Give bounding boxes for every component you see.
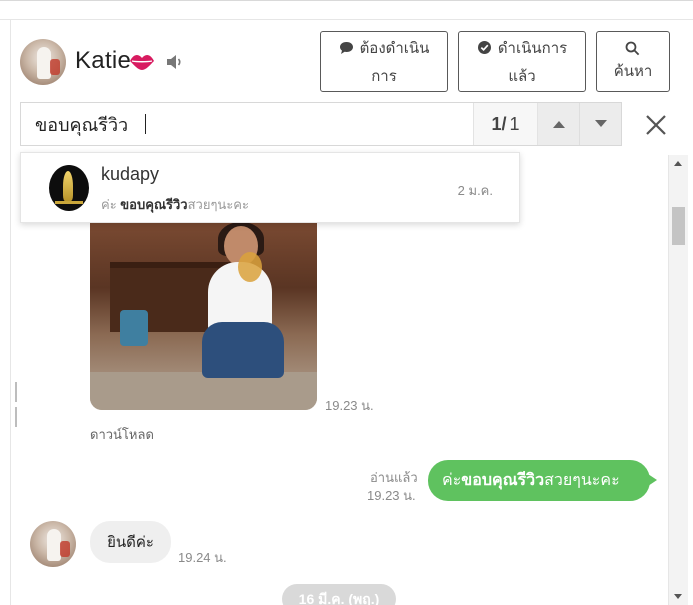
sent-message-highlight: ขอบคุณรีวิว: [461, 472, 545, 489]
scroll-thumb[interactable]: [672, 207, 685, 245]
search-button[interactable]: ค้นหา: [596, 31, 670, 92]
close-search-icon[interactable]: [644, 113, 668, 137]
chevron-up-icon: [552, 121, 565, 128]
avatar-figure: [47, 529, 61, 561]
speech-bubble-icon: [339, 41, 353, 54]
scroll-up-arrow-icon[interactable]: [674, 161, 682, 166]
photo-held-item: [238, 252, 262, 282]
result-snippet-prefix: ค่ะ: [101, 197, 121, 212]
lips-icon: [130, 54, 154, 70]
chevron-down-icon: [594, 120, 607, 127]
result-avatar: [49, 165, 89, 211]
panel-resize-handle[interactable]: [15, 382, 22, 427]
photo-person-legs: [202, 322, 284, 378]
download-link[interactable]: ดาวน์โหลด: [90, 424, 154, 445]
todo-label-line1: ต้องดำเนิน: [359, 39, 430, 57]
text-caret: [145, 114, 146, 134]
contact-name[interactable]: Katie: [75, 47, 131, 75]
sent-message-bubble[interactable]: ค่ะ ขอบคุณรีวิว สวยๆนะคะ: [428, 460, 657, 501]
chat-header: Katie ต้องดำเนิน การ ดำเนินการ แล้ว ค้นห…: [11, 20, 693, 100]
photo-floor: [90, 372, 317, 410]
result-sender-name: kudapy: [101, 164, 160, 184]
search-total: 1: [509, 113, 520, 134]
chat-scrollbar[interactable]: [668, 155, 688, 605]
avatar-accent: [60, 541, 70, 557]
done-label-line1: ดำเนินการ: [497, 39, 568, 57]
avatar-figure: [37, 47, 51, 79]
sent-message-suffix: สวยๆนะคะ: [544, 472, 620, 489]
previous-result-button[interactable]: [537, 103, 579, 145]
search-icon: [626, 41, 640, 55]
search-result-item[interactable]: kudapy ค่ะ ขอบคุณรีวิวสวยๆนะคะ 2 ม.ค.: [20, 152, 520, 223]
shared-photo[interactable]: [90, 222, 317, 410]
message-search-bar: 1/ 1: [20, 102, 622, 146]
todo-button[interactable]: ต้องดำเนิน การ: [320, 31, 448, 92]
search-current-index: 1/: [491, 113, 507, 134]
result-snippet-highlight: ขอบคุณรีวิว: [120, 197, 188, 212]
result-snippet-suffix: สวยๆนะคะ: [187, 197, 249, 212]
result-snippet: ค่ะ ขอบคุณรีวิวสวยๆนะคะ: [101, 194, 249, 215]
avatar-accent: [50, 59, 60, 75]
search-result-counter: 1/ 1: [473, 103, 537, 145]
sent-timestamp: 19.23 น.: [367, 488, 416, 503]
top-border: [0, 0, 693, 1]
photo-bg-object: [120, 310, 148, 346]
date-separator: 16 มี.ค. (พฤ.): [282, 584, 396, 605]
contact-avatar[interactable]: [20, 39, 66, 85]
photo-timestamp: 19.23 น.: [325, 398, 374, 413]
scroll-down-arrow-icon[interactable]: [674, 594, 682, 599]
todo-label-line2: การ: [371, 67, 397, 85]
check-circle-icon: [477, 41, 491, 54]
sent-message-prefix: ค่ะ: [442, 472, 462, 489]
received-message-bubble[interactable]: ยินดีค่ะ: [90, 521, 171, 563]
result-date: 2 ม.ค.: [457, 183, 493, 198]
search-label: ค้นหา: [613, 62, 653, 80]
message-search-input[interactable]: [21, 103, 473, 145]
result-avatar-bar: [55, 201, 83, 204]
result-avatar-logo: [63, 171, 73, 201]
speaker-icon[interactable]: [166, 54, 184, 70]
received-timestamp: 19.24 น.: [178, 550, 227, 565]
next-result-button[interactable]: [579, 103, 621, 145]
sender-avatar[interactable]: [30, 521, 76, 567]
done-button[interactable]: ดำเนินการ แล้ว: [458, 31, 586, 92]
done-label-line2: แล้ว: [508, 67, 536, 85]
